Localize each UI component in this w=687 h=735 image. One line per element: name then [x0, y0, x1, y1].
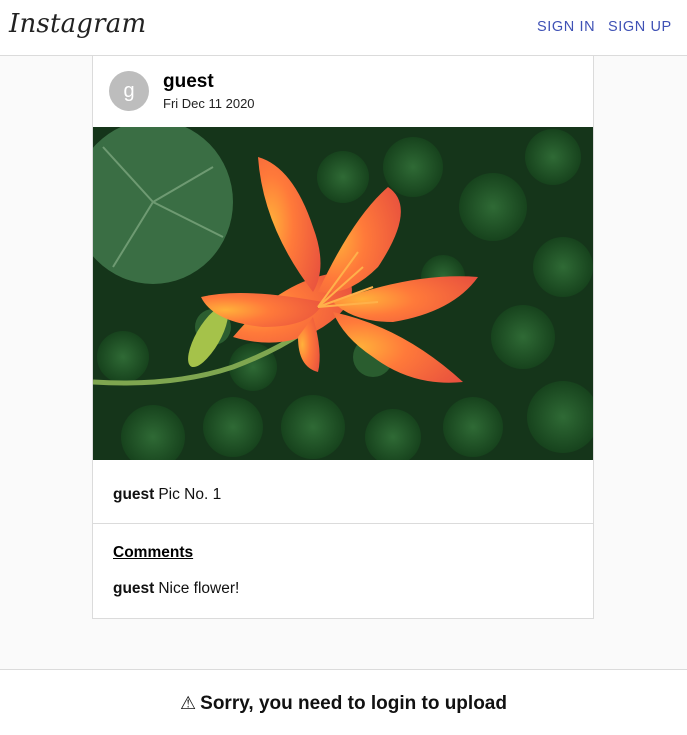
- instagram-logo[interactable]: Instagram: [9, 9, 146, 39]
- post-username: guest: [163, 71, 214, 92]
- divider: [93, 523, 593, 524]
- top-bar: Instagram SIGN IN SIGN UP: [0, 0, 687, 56]
- upload-footer: ⚠ Sorry, you need to login to upload: [0, 669, 687, 735]
- post-date: Fri Dec 11 2020: [163, 96, 255, 111]
- caption-username: guest: [113, 486, 155, 503]
- sign-up-button[interactable]: SIGN UP: [608, 19, 672, 35]
- login-required-text: Sorry, you need to login to upload: [200, 693, 507, 714]
- post-image: [93, 127, 593, 460]
- warning-icon: ⚠: [180, 693, 197, 713]
- comment-text: Nice flower!: [158, 580, 240, 597]
- post-caption: guest Pic No. 1: [113, 486, 221, 504]
- avatar: g: [109, 71, 149, 111]
- sign-in-button[interactable]: SIGN IN: [537, 19, 595, 35]
- post-card: g guest Fri Dec 11 2020 guest Pic No. 1 …: [92, 55, 594, 619]
- login-required-message: ⚠ Sorry, you need to login to upload: [0, 693, 687, 715]
- caption-text: Pic No. 1: [158, 486, 222, 503]
- post-header: g guest Fri Dec 11 2020: [93, 56, 593, 127]
- comments-heading: Comments: [113, 544, 194, 561]
- comment-username: guest: [113, 580, 155, 597]
- comment-item: guest Nice flower!: [113, 580, 239, 598]
